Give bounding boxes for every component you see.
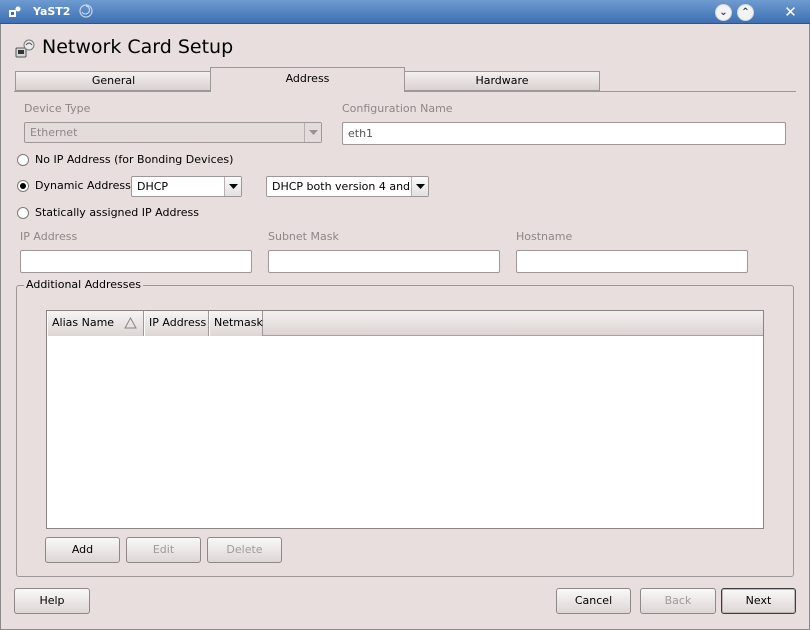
window-title: YaST2 (33, 5, 71, 18)
configuration-name-label: Configuration Name (342, 102, 453, 115)
subnet-mask-label: Subnet Mask (268, 230, 339, 243)
tab-address[interactable]: Address (210, 67, 405, 92)
hostname-label: Hostname (516, 230, 573, 243)
radio-dynamic-address-label[interactable]: Dynamic Address (35, 179, 131, 192)
radio-dynamic-address[interactable] (17, 180, 29, 192)
additional-addresses-title: Additional Addresses (24, 278, 144, 291)
dynamic-method-select[interactable]: DHCP (131, 176, 242, 197)
page-title: Network Card Setup (42, 36, 234, 58)
column-header-netmask[interactable]: Netmask (209, 311, 263, 336)
column-header-label: Netmask (214, 316, 263, 329)
back-button[interactable]: Back (640, 588, 716, 614)
column-header-label: Alias Name (52, 316, 115, 329)
subnet-mask-field[interactable] (268, 250, 500, 273)
table-header: Alias Name IP Address Netmask (47, 311, 763, 336)
column-header-alias-name[interactable]: Alias Name (47, 311, 144, 336)
chevron-down-icon (304, 123, 321, 142)
help-button[interactable]: Help (14, 588, 90, 614)
sort-ascending-icon (124, 317, 137, 329)
radio-no-ip-label[interactable]: No IP Address (for Bonding Devices) (35, 153, 233, 166)
cancel-button[interactable]: Cancel (556, 588, 631, 614)
chevron-down-icon (224, 177, 241, 196)
minimize-icon[interactable]: ⌄ (715, 4, 732, 21)
yast-icon (9, 6, 21, 17)
hostname-field[interactable] (516, 250, 748, 273)
configuration-name-field[interactable]: eth1 (342, 122, 786, 145)
device-type-value: Ethernet (30, 126, 78, 139)
swirl-icon (79, 4, 93, 18)
configuration-name-value: eth1 (348, 127, 374, 140)
next-button[interactable]: Next (721, 588, 796, 614)
device-type-label: Device Type (24, 102, 91, 115)
additional-addresses-table[interactable]: Alias Name IP Address Netmask (46, 310, 764, 529)
radio-static-ip[interactable] (17, 207, 29, 219)
add-button[interactable]: Add (45, 537, 120, 563)
close-icon[interactable]: ✕ (782, 4, 799, 21)
ip-address-field[interactable] (20, 250, 252, 273)
column-header-ip-address[interactable]: IP Address (144, 311, 209, 336)
dhcp-version-select[interactable]: DHCP both version 4 and 6 (266, 176, 429, 197)
dynamic-method-value: DHCP (137, 180, 169, 193)
maximize-icon[interactable]: ⌃ (737, 4, 754, 21)
chevron-down-icon (411, 177, 428, 196)
network-card-icon (15, 39, 35, 58)
tab-general[interactable]: General (15, 71, 212, 91)
tab-hardware[interactable]: Hardware (404, 71, 600, 91)
tab-panel-border (14, 91, 796, 92)
delete-button[interactable]: Delete (207, 537, 282, 563)
radio-static-ip-label[interactable]: Statically assigned IP Address (35, 206, 199, 219)
edit-button[interactable]: Edit (126, 537, 201, 563)
ip-address-label: IP Address (20, 230, 78, 243)
tab-label: General (91, 74, 136, 87)
radio-selected-dot (20, 183, 26, 189)
radio-no-ip[interactable] (17, 154, 29, 166)
dhcp-version-value: DHCP both version 4 and 6 (272, 180, 421, 193)
device-type-select[interactable]: Ethernet (24, 122, 322, 143)
tab-label: Address (285, 72, 330, 85)
column-header-label: IP Address (149, 316, 207, 329)
title-bar[interactable]: YaST2 ⌄ ⌃ ✕ (0, 0, 810, 24)
tab-label: Hardware (475, 74, 529, 87)
